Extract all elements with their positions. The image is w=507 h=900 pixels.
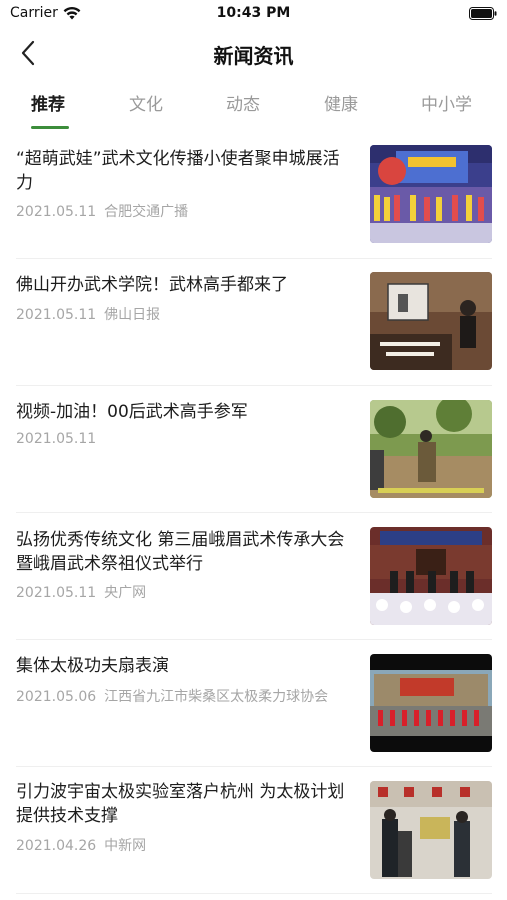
battery-icon <box>469 7 497 20</box>
news-meta: 2021.05.11 <box>16 431 104 447</box>
list-item[interactable]: 视频-加油！00后武术高手参军 2021.05.11 <box>0 400 507 527</box>
news-date: 2021.05.11 <box>16 431 97 447</box>
news-title: “超萌武娃”武术文化传播小使者聚申城展活力 <box>16 149 340 193</box>
news-title: 视频-加油！00后武术高手参军 <box>16 402 248 422</box>
page-title: 新闻资讯 <box>213 44 294 68</box>
divider <box>16 258 492 259</box>
news-source: 江西省九江市柴桑区太极柔力球协会 <box>104 689 329 705</box>
tab-recommended[interactable]: 推荐 <box>31 90 65 115</box>
divider <box>16 766 492 767</box>
news-meta: 2021.05.11 佛山日报 <box>16 304 160 324</box>
news-meta: 2021.04.26 中新网 <box>16 835 146 855</box>
news-date: 2021.05.11 <box>16 307 97 323</box>
news-date: 2021.05.11 <box>16 585 97 601</box>
divider <box>16 639 492 640</box>
news-source: 佛山日报 <box>104 307 161 323</box>
news-source: 中新网 <box>104 838 147 854</box>
news-thumbnail <box>370 781 492 879</box>
divider <box>16 512 492 513</box>
nav-bar: 新闻资讯 <box>0 28 507 78</box>
list-item[interactable]: “超萌武娃”武术文化传播小使者聚申城展活力 2021.05.11 合肥交通广播 <box>0 145 507 272</box>
news-date: 2021.05.06 <box>16 689 97 705</box>
news-thumbnail <box>370 272 492 370</box>
news-thumbnail <box>370 654 492 752</box>
divider <box>16 385 492 386</box>
news-source: 央广网 <box>104 585 147 601</box>
list-item[interactable]: 集体太极功夫扇表演 2021.05.06 江西省九江市柴桑区太极柔力球协会 <box>0 654 507 781</box>
news-thumbnail <box>370 145 492 243</box>
news-date: 2021.05.11 <box>16 204 97 220</box>
news-thumbnail <box>370 400 492 498</box>
tab-health[interactable]: 健康 <box>324 90 358 115</box>
news-meta: 2021.05.06 江西省九江市柴桑区太极柔力球协会 <box>16 686 328 706</box>
list-item[interactable]: 佛山开办武术学院！武林高手都来了 2021.05.11 佛山日报 <box>0 272 507 399</box>
active-tab-indicator <box>31 126 69 129</box>
news-date: 2021.04.26 <box>16 838 97 854</box>
tab-schools[interactable]: 中小学 <box>421 90 472 115</box>
tab-culture[interactable]: 文化 <box>129 90 163 115</box>
list-item[interactable]: 引力波宇宙太极实验室落户杭州 为太极计划提供技术支撑 2021.04.26 中新网 <box>0 781 507 900</box>
news-meta: 2021.05.11 央广网 <box>16 582 146 602</box>
category-tabs: 推荐 文化 动态 健康 中小学 <box>0 82 507 130</box>
status-bar: Carrier 10:43 PM <box>0 0 507 28</box>
news-thumbnail <box>370 527 492 625</box>
news-title: 佛山开办武术学院！武林高手都来了 <box>16 275 288 295</box>
news-title: 弘扬优秀传统文化 第三届峨眉武术传承大会暨峨眉武术祭祖仪式举行 <box>16 530 345 574</box>
news-title: 引力波宇宙太极实验室落户杭州 为太极计划提供技术支撑 <box>16 782 345 826</box>
news-source: 合肥交通广播 <box>104 204 189 220</box>
news-meta: 2021.05.11 合肥交通广播 <box>16 201 188 221</box>
list-item[interactable]: 弘扬优秀传统文化 第三届峨眉武术传承大会暨峨眉武术祭祖仪式举行 2021.05.… <box>0 527 507 654</box>
status-time: 10:43 PM <box>216 5 291 21</box>
news-title: 集体太极功夫扇表演 <box>16 656 169 676</box>
divider <box>16 893 492 894</box>
tab-news[interactable]: 动态 <box>226 90 260 115</box>
